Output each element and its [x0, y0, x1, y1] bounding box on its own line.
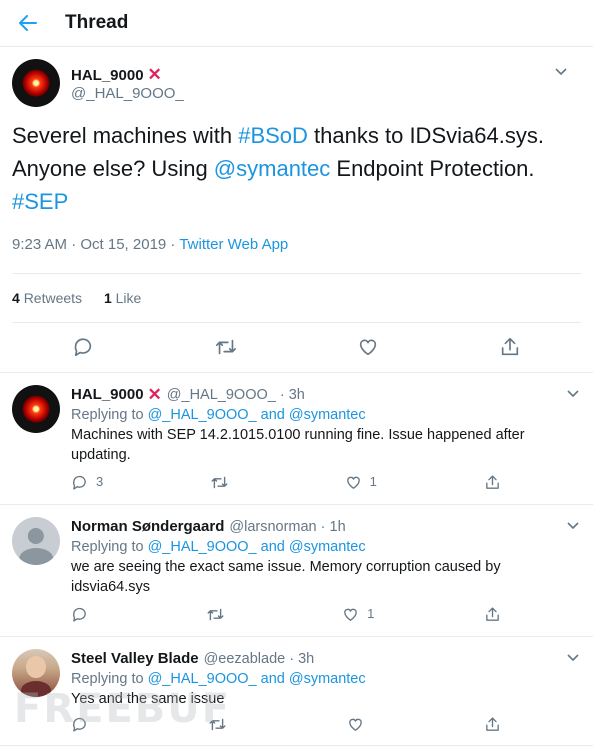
share-icon	[484, 606, 501, 623]
chevron-down-icon[interactable]	[555, 65, 567, 77]
author-info: HAL_9000 ✕ @_HAL_9OOO_	[71, 65, 184, 102]
reply-actions: 1	[71, 597, 501, 636]
author-handle[interactable]: @eezablade · 3h	[204, 649, 315, 669]
replying-to-link[interactable]: @_HAL_9OOO_ and @symantec	[148, 539, 366, 555]
comment-icon	[74, 338, 91, 357]
page-title: Thread	[65, 12, 129, 33]
reply-tweet[interactable]: HAL_9000 ✕ @_HAL_9OOO_ · 3h Replying to …	[0, 373, 593, 505]
like-button[interactable]	[347, 716, 372, 733]
author-handle[interactable]: @_HAL_9OOO_	[71, 85, 184, 102]
comment-icon	[71, 606, 88, 623]
arrow-left-icon	[19, 15, 37, 31]
retweet-icon	[210, 474, 229, 491]
reply-actions: 3 1	[71, 465, 501, 504]
avatar[interactable]	[12, 59, 60, 107]
tweet-text-segment: Severel machines with	[12, 123, 239, 148]
author-name[interactable]: HAL_9000	[71, 385, 144, 405]
replying-to-link[interactable]: @_HAL_9OOO_ and @symantec	[148, 671, 366, 687]
likes-count: 1	[103, 290, 112, 306]
watermark: FREEBUF	[14, 686, 232, 732]
share-icon	[501, 337, 519, 356]
author-name[interactable]: Norman Søndergaard	[71, 517, 224, 537]
tweet-source-link[interactable]: Twitter Web App	[179, 236, 288, 253]
author-name[interactable]: HAL_9000	[71, 67, 144, 84]
share-button[interactable]	[499, 336, 521, 358]
likes-label: Like	[115, 290, 142, 306]
share-button[interactable]	[484, 716, 501, 733]
replying-to-label: Replying to	[71, 539, 148, 555]
tweet-text-link[interactable]: @symantec	[214, 156, 330, 181]
likes-stat[interactable]: 1 Like	[104, 290, 141, 306]
heart-icon	[345, 474, 362, 491]
chevron-down-icon[interactable]	[567, 387, 579, 399]
replying-to-label: Replying to	[71, 407, 148, 423]
reply-text: we are seeing the exact same issue. Memo…	[71, 559, 501, 595]
retweets-label: Retweets	[23, 290, 83, 306]
replying-to-link[interactable]: @_HAL_9OOO_ and @symantec	[148, 407, 366, 423]
reply-header: Steel Valley Blade @eezablade · 3h	[71, 649, 581, 669]
like-count: 1	[367, 606, 375, 621]
heart-icon	[360, 339, 377, 356]
retweet-icon	[215, 339, 236, 355]
reply-header: Norman Søndergaard @larsnorman · 1h	[71, 517, 581, 537]
like-button[interactable]: 1	[342, 604, 374, 624]
retweets-count: 4	[12, 290, 20, 306]
back-button[interactable]	[19, 14, 37, 32]
thread-header: Thread	[0, 0, 593, 47]
retweet-button[interactable]	[206, 604, 233, 624]
chevron-down-icon[interactable]	[567, 651, 579, 663]
reply-body: HAL_9000 ✕ @_HAL_9OOO_ · 3h Replying to …	[71, 385, 581, 504]
retweet-button[interactable]	[214, 336, 238, 358]
reply-text: Machines with SEP 14.2.1015.0100 running…	[71, 427, 525, 463]
author-handle[interactable]: @larsnorman · 1h	[229, 517, 345, 537]
tweet-actions	[12, 323, 581, 372]
comment-icon	[71, 474, 88, 491]
replying-to-label: Replying to	[71, 671, 148, 687]
retweets-stat[interactable]: 4 Retweets	[12, 290, 82, 306]
cross-mark-emoji: ✕	[147, 65, 162, 84]
avatar[interactable]	[12, 517, 60, 565]
tweet-text-segment: Endpoint Protection.	[330, 156, 535, 181]
reply-body: Norman Søndergaard @larsnorman · 1h Repl…	[71, 517, 581, 636]
author-handle[interactable]: @_HAL_9OOO_ · 3h	[167, 385, 305, 405]
author-name[interactable]: Steel Valley Blade	[71, 649, 199, 669]
reply-button[interactable]: 3	[71, 472, 103, 492]
reply-tweet[interactable]: Norman Søndergaard @larsnorman · 1h Repl…	[0, 505, 593, 637]
retweet-button[interactable]	[210, 472, 237, 492]
share-icon	[484, 716, 501, 733]
main-tweet: HAL_9000 ✕ @_HAL_9OOO_ Severel machines w…	[0, 47, 593, 373]
share-button[interactable]	[484, 472, 501, 492]
like-button[interactable]	[357, 336, 379, 358]
like-count: 1	[369, 474, 377, 489]
reply-header: HAL_9000 ✕ @_HAL_9OOO_ · 3h	[71, 385, 581, 405]
tweet-meta: 9:23 AM · Oct 15, 2019 · Twitter Web App	[12, 236, 581, 274]
replying-to: Replying to @_HAL_9OOO_ and @symantec	[71, 537, 581, 557]
tweet-text: Severel machines with #BSoD thanks to ID…	[12, 119, 581, 218]
share-button[interactable]	[484, 604, 501, 624]
replying-to: Replying to @_HAL_9OOO_ and @symantec	[71, 405, 581, 425]
heart-icon	[347, 716, 364, 733]
chevron-down-icon[interactable]	[567, 519, 579, 531]
tweet-stats: 4 Retweets 1 Like	[12, 274, 581, 323]
tweet-text-link[interactable]: #BSoD	[238, 123, 308, 148]
tweet-timestamp[interactable]: 9:23 AM · Oct 15, 2019 ·	[12, 236, 179, 253]
main-tweet-header: HAL_9000 ✕ @_HAL_9OOO_	[12, 59, 581, 107]
retweet-icon	[206, 606, 225, 623]
cross-mark-emoji: ✕	[147, 385, 162, 404]
reply-button[interactable]	[72, 336, 94, 358]
heart-icon	[342, 606, 359, 623]
reply-count: 3	[96, 474, 104, 489]
like-button[interactable]: 1	[345, 472, 377, 492]
avatar[interactable]	[12, 385, 60, 433]
share-icon	[484, 474, 501, 491]
reply-button[interactable]	[71, 604, 96, 624]
tweet-text-link[interactable]: #SEP	[12, 189, 68, 214]
